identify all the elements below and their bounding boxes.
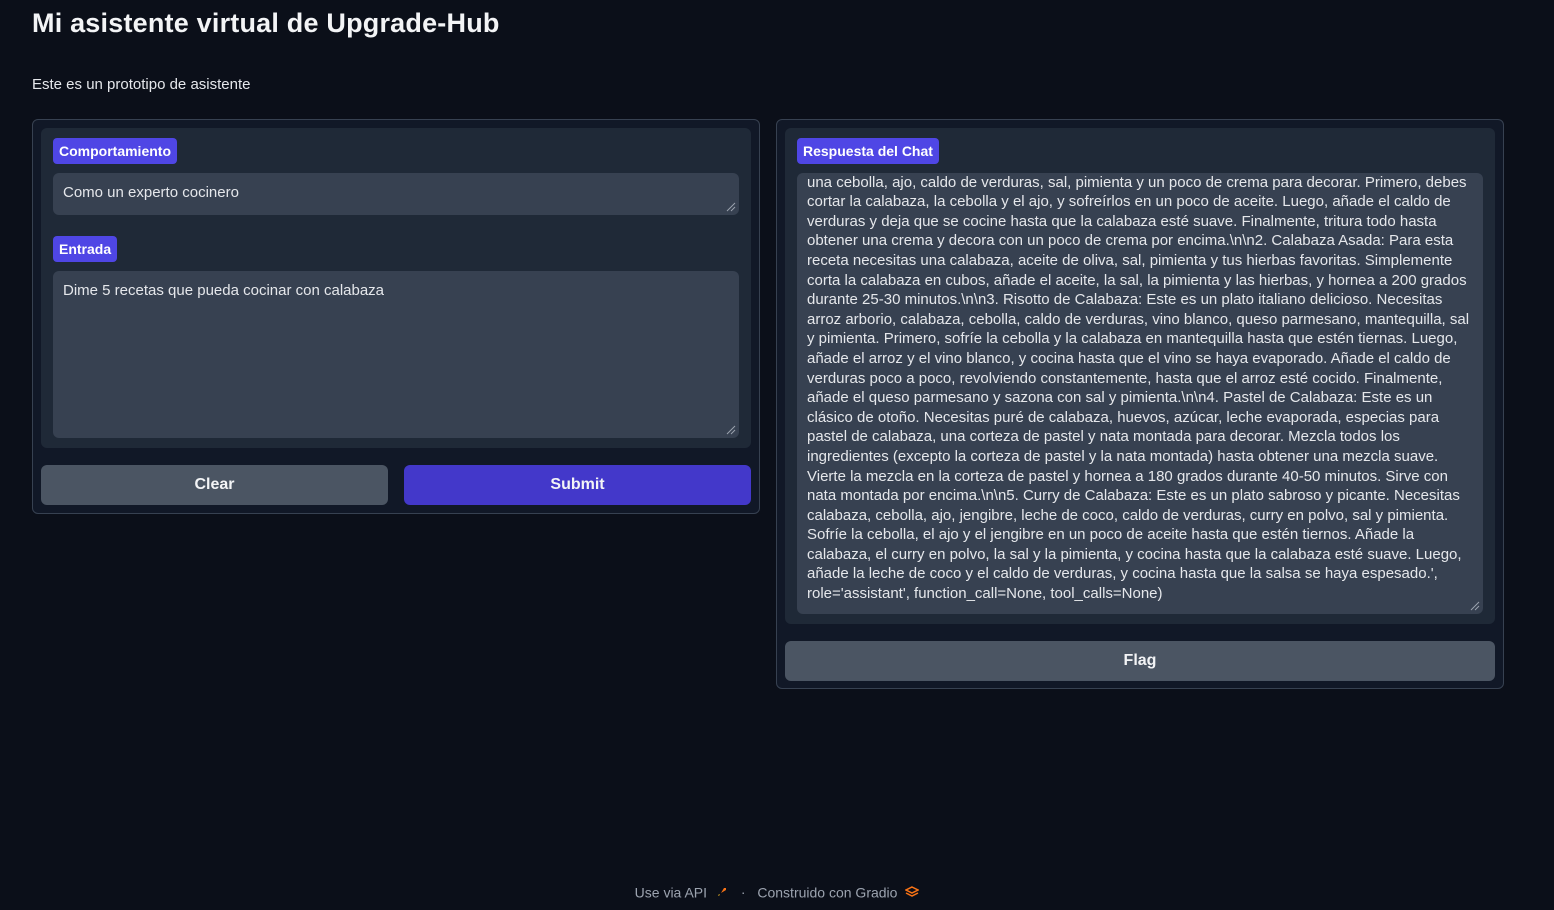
chat-response-text: ChatCompletionMessage(content='1. Sopa d…: [807, 173, 1470, 603]
clear-button[interactable]: Clear: [41, 465, 388, 505]
input-fields-group: Comportamiento Como un experto cocinero …: [41, 128, 751, 448]
built-with-gradio-link[interactable]: Construido con Gradio: [757, 884, 897, 900]
resize-handle-icon[interactable]: [1470, 601, 1480, 611]
page-title: Mi asistente virtual de Upgrade-Hub: [32, 8, 500, 38]
rocket-icon: [715, 885, 729, 899]
behavior-textbox[interactable]: Como un experto cocinero: [53, 173, 739, 215]
output-group: Respuesta del Chat ChatCompletionMessage…: [785, 128, 1495, 624]
output-panel: Respuesta del Chat ChatCompletionMessage…: [776, 119, 1504, 689]
gradio-logo-icon: [904, 885, 921, 899]
prompt-textarea[interactable]: Dime 5 recetas que pueda cocinar con cal…: [53, 271, 739, 438]
flag-button[interactable]: Flag: [785, 641, 1495, 681]
footer-separator: ·: [740, 884, 746, 901]
use-via-api-link[interactable]: Use via API: [635, 884, 707, 900]
footer: Use via API · Construido con Gradio: [0, 883, 1554, 900]
prompt-label: Entrada: [53, 236, 118, 262]
prompt-text: Dime 5 recetas que pueda cocinar con cal…: [63, 282, 385, 299]
resize-handle-icon[interactable]: [726, 425, 736, 435]
page-description: Este es un prototipo de asistente: [32, 76, 251, 93]
submit-button[interactable]: Submit: [404, 465, 751, 505]
input-panel: Comportamiento Como un experto cocinero …: [32, 119, 760, 514]
chat-response-textarea[interactable]: ChatCompletionMessage(content='1. Sopa d…: [797, 173, 1483, 614]
behavior-text: Como un experto cocinero: [63, 184, 239, 201]
output-label: Respuesta del Chat: [797, 138, 939, 164]
behavior-label: Comportamiento: [53, 138, 177, 164]
resize-handle-icon[interactable]: [726, 202, 736, 212]
